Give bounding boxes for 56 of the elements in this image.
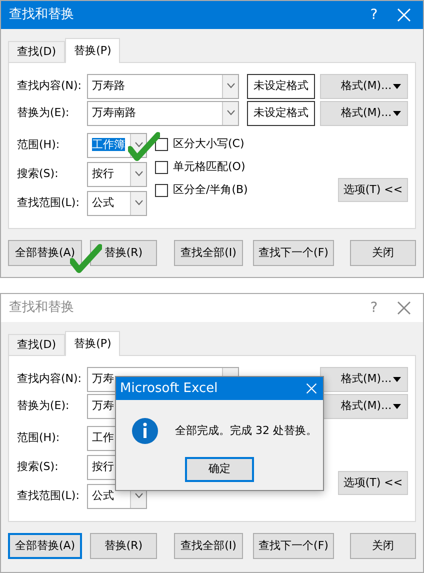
dialog-button[interactable]: 关闭	[350, 533, 416, 559]
dropdown-field[interactable]: 公式	[87, 190, 147, 216]
dialog-button[interactable]: 关闭	[350, 240, 416, 266]
checkbox-label: 区分大小写(C)	[173, 136, 244, 152]
format-preview: 未设定格式	[247, 100, 315, 126]
format-button[interactable]: 格式(M)...	[320, 74, 408, 98]
field-label: 查找内容(N):	[17, 370, 83, 387]
field-label: 查找内容(N):	[17, 78, 83, 94]
dialog-button[interactable]: 查找下一个(F)	[253, 533, 334, 559]
tab[interactable]: 替换(P)	[65, 38, 120, 63]
dialog-button[interactable]: 查找下一个(F)	[253, 240, 334, 266]
ok-button[interactable]: 确定	[185, 457, 254, 482]
caret-icon[interactable]	[393, 84, 401, 88]
option-label: 范围(H):	[17, 430, 61, 446]
option-label: 搜索(S):	[17, 166, 60, 182]
dialog-button[interactable]: 替换(R)	[90, 240, 157, 266]
format-button[interactable]: 格式(M)...	[320, 366, 408, 392]
checkbox[interactable]	[155, 138, 168, 150]
options-button[interactable]: 选项(T) <<	[338, 178, 408, 202]
dialog-button[interactable]: 替换(R)	[90, 533, 157, 559]
caret-icon[interactable]	[393, 404, 401, 408]
caret-icon[interactable]	[393, 376, 401, 382]
option-label: 查找范围(L):	[17, 194, 80, 211]
dropdown-field[interactable]: 按行	[87, 162, 147, 186]
field-label: 替换为(E):	[17, 104, 70, 121]
message-title: Microsoft Excel	[120, 380, 218, 398]
option-label: 范围(H):	[17, 136, 61, 153]
help-button[interactable]: ?	[359, 4, 389, 26]
tab[interactable]: 查找(D)	[8, 41, 66, 62]
window-title: 查找和替换	[9, 6, 74, 24]
tab[interactable]: 查找(D)	[8, 334, 66, 355]
message-text: 全部完成。完成 32 处替换。	[175, 422, 317, 439]
tab[interactable]: 替换(P)	[65, 331, 120, 356]
close-icon[interactable]	[397, 301, 411, 315]
format-preview: 未设定格式	[247, 74, 315, 98]
info-icon	[132, 418, 158, 444]
options-button[interactable]: 选项(T) <<	[338, 471, 408, 495]
caret-icon[interactable]	[393, 110, 401, 116]
window-title: 查找和替换	[9, 299, 74, 318]
combo-field[interactable]: 万寿路	[87, 74, 239, 98]
help-button[interactable]: ?	[359, 298, 389, 318]
check-mark-icon	[128, 132, 160, 162]
option-label: 查找范围(L):	[17, 488, 80, 504]
checkbox[interactable]	[155, 184, 168, 196]
dialog-button[interactable]: 查找全部(I)	[174, 240, 243, 266]
checkbox[interactable]	[155, 160, 168, 174]
dialog-button[interactable]: 全部替换(A)	[8, 533, 82, 559]
dropdown-field[interactable]: 工作簿	[87, 132, 147, 158]
field-label: 替换为(E):	[17, 398, 70, 414]
combo-field[interactable]: 万寿南路	[87, 100, 239, 126]
dialog-button[interactable]: 查找全部(I)	[174, 533, 243, 559]
checkbox-label: 单元格匹配(O)	[173, 158, 246, 175]
format-button[interactable]: 格式(M)...	[320, 100, 408, 126]
option-label: 搜索(S):	[17, 458, 60, 475]
dialog-button[interactable]: 全部替换(A)	[8, 240, 82, 266]
checkbox-label: 区分全/半角(B)	[173, 182, 248, 198]
